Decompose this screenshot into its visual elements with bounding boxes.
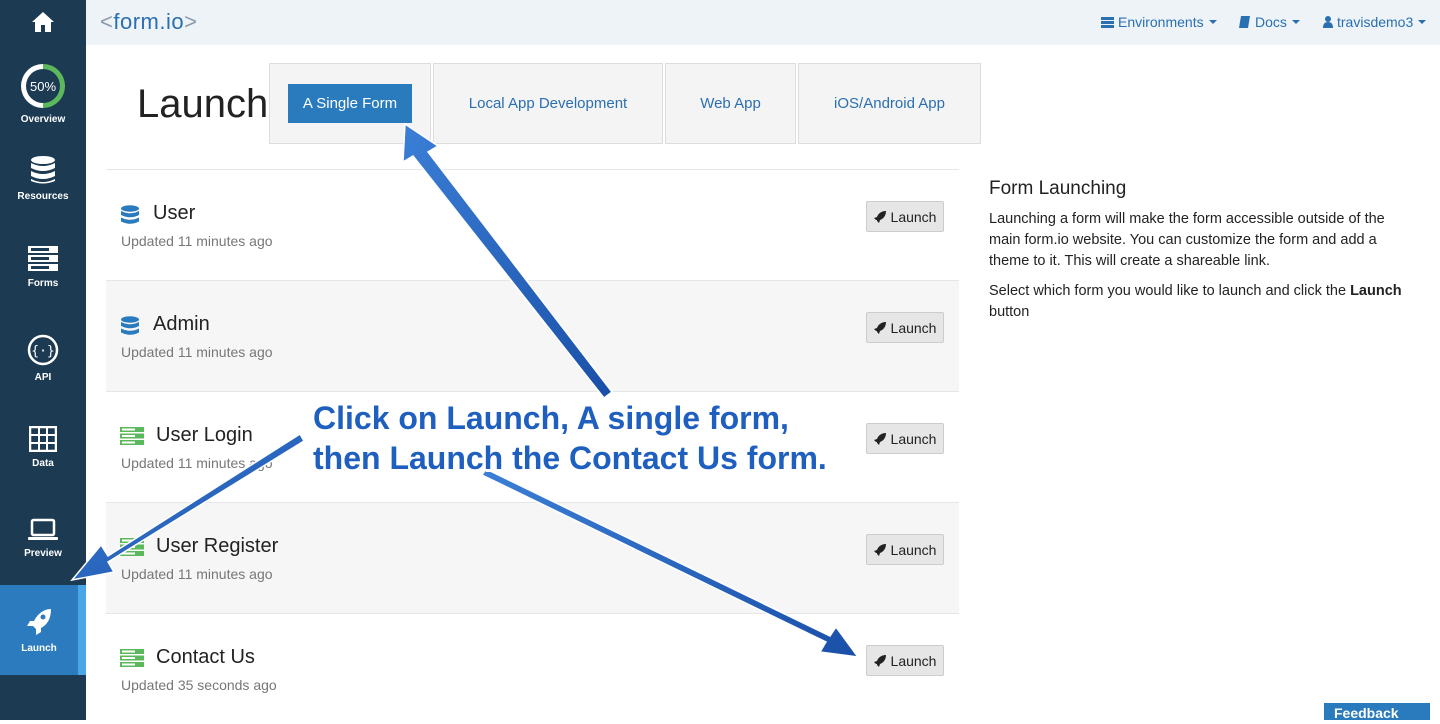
form-icon	[120, 538, 144, 556]
sidebar-item-resources[interactable]: Resources	[0, 155, 86, 211]
launch-button-label: Launch	[890, 430, 937, 447]
api-icon: {·}	[27, 334, 59, 366]
tab-label: iOS/Android App	[834, 95, 945, 112]
launch-button-label: Launch	[890, 208, 937, 225]
sidebar-item-preview[interactable]: Preview	[0, 518, 86, 568]
chevron-down-icon	[1291, 20, 1300, 24]
docs-label: Docs	[1255, 14, 1287, 30]
home-button[interactable]	[0, 0, 86, 44]
database-icon	[121, 205, 139, 224]
form-row-user: User Updated 11 minutes ago Launch	[106, 169, 959, 280]
sidebar-item-launch[interactable]: Launch	[0, 585, 86, 675]
user-icon	[1323, 16, 1333, 28]
form-name[interactable]: User Login	[156, 424, 253, 447]
info-instructions: Select which form you would like to laun…	[989, 281, 1409, 323]
logo-text: form.io	[113, 9, 185, 34]
form-name[interactable]: Contact Us	[156, 646, 255, 669]
launch-button-label: Launch	[890, 319, 937, 336]
sidebar-item-overview[interactable]: 50% Overview	[0, 64, 86, 130]
forms-icon	[28, 246, 58, 271]
launch-button[interactable]: Launch	[866, 201, 944, 232]
form-name[interactable]: User	[153, 202, 195, 225]
sidebar-item-forms[interactable]: Forms	[0, 246, 86, 298]
form-updated: Updated 11 minutes ago	[121, 233, 273, 249]
database-icon	[31, 156, 55, 184]
launch-button[interactable]: Launch	[866, 312, 944, 343]
form-row-admin: Admin Updated 11 minutes ago Launch	[106, 280, 959, 391]
rocket-icon	[873, 543, 886, 556]
form-updated: Updated 35 seconds ago	[121, 677, 277, 693]
user-dropdown[interactable]: travisdemo3	[1323, 14, 1427, 30]
svg-text:{·}: {·}	[31, 344, 54, 359]
chevron-down-icon	[1418, 20, 1427, 24]
progress-ring-icon: 50%	[21, 64, 65, 108]
form-row-user-register: User Register Updated 11 minutes ago Lau…	[106, 502, 959, 613]
feedback-button[interactable]: Feedback	[1324, 703, 1430, 720]
info-instructions-suffix: button	[989, 304, 1030, 320]
sidebar-item-label: API	[34, 372, 52, 383]
tab-local-app-development[interactable]: Local App Development	[433, 63, 663, 144]
sidebar-item-api[interactable]: {·} API	[0, 334, 86, 386]
user-label: travisdemo3	[1337, 14, 1414, 30]
form-name[interactable]: Admin	[153, 313, 210, 336]
tab-single-form[interactable]: A Single Form	[269, 63, 431, 144]
annotation-line-1: Click on Launch, A single form,	[313, 400, 789, 436]
tab-label: Web App	[700, 95, 761, 112]
laptop-icon	[28, 518, 58, 540]
rocket-icon	[873, 654, 886, 667]
annotation-text: Click on Launch, A single form, then Lau…	[313, 398, 827, 478]
rocket-icon	[873, 321, 886, 334]
page-title: Launch	[137, 82, 269, 126]
environments-icon	[1101, 16, 1114, 28]
info-panel: Form Launching Launching a form will mak…	[989, 178, 1409, 332]
sidebar-item-label: Preview	[24, 548, 62, 559]
info-heading: Form Launching	[989, 178, 1127, 199]
sidebar-item-label: Resources	[17, 191, 69, 202]
home-icon	[32, 12, 54, 32]
form-icon	[120, 427, 144, 445]
tab-ios-android-app[interactable]: iOS/Android App	[798, 63, 981, 144]
launch-button[interactable]: Launch	[866, 423, 944, 454]
top-navbar: <form.io> Environments Docs travisdemo3	[86, 0, 1440, 45]
tab-label: Local App Development	[468, 95, 628, 112]
info-description: Launching a form will make the form acce…	[989, 211, 1385, 269]
tab-web-app[interactable]: Web App	[665, 63, 796, 144]
database-icon	[121, 316, 139, 335]
environments-dropdown[interactable]: Environments	[1101, 14, 1217, 30]
sidebar-item-label: Overview	[20, 114, 66, 125]
form-updated: Updated 11 minutes ago	[121, 566, 273, 582]
launch-button[interactable]: Launch	[866, 645, 944, 676]
form-updated: Updated 11 minutes ago	[121, 344, 273, 360]
launch-button[interactable]: Launch	[866, 534, 944, 565]
form-row-contact-us: Contact Us Updated 35 seconds ago Launch	[106, 613, 959, 724]
sidebar-item-label: Forms	[27, 278, 59, 289]
formio-logo[interactable]: <form.io>	[100, 9, 197, 35]
sidebar-item-label: Data	[32, 458, 54, 469]
active-indicator	[78, 585, 86, 675]
launch-button-label: Launch	[890, 652, 937, 669]
rocket-icon	[873, 210, 886, 223]
grid-icon	[29, 426, 57, 452]
info-instructions-bold: Launch	[1350, 283, 1402, 299]
docs-dropdown[interactable]: Docs	[1239, 14, 1300, 30]
sidebar-item-label: Launch	[21, 642, 57, 654]
sidebar: 50% Overview Resources Forms {·} API Dat…	[0, 0, 86, 720]
chevron-down-icon	[1208, 20, 1217, 24]
form-icon	[120, 649, 144, 667]
info-instructions-text: Select which form you would like to laun…	[989, 283, 1347, 299]
logo-bracket-left: <	[100, 9, 114, 34]
annotation-line-2: then Launch the Contact Us form.	[313, 440, 827, 476]
overview-percent: 50%	[26, 69, 60, 103]
form-updated: Updated 11 minutes ago	[121, 455, 273, 471]
launch-button-label: Launch	[890, 541, 937, 558]
sidebar-item-data[interactable]: Data	[0, 426, 86, 476]
single-form-button[interactable]: A Single Form	[287, 84, 413, 123]
rocket-icon	[27, 608, 51, 635]
logo-bracket-right: >	[184, 9, 198, 34]
form-name[interactable]: User Register	[156, 535, 278, 558]
rocket-icon	[873, 432, 886, 445]
book-icon	[1239, 16, 1250, 28]
environments-label: Environments	[1118, 14, 1204, 30]
